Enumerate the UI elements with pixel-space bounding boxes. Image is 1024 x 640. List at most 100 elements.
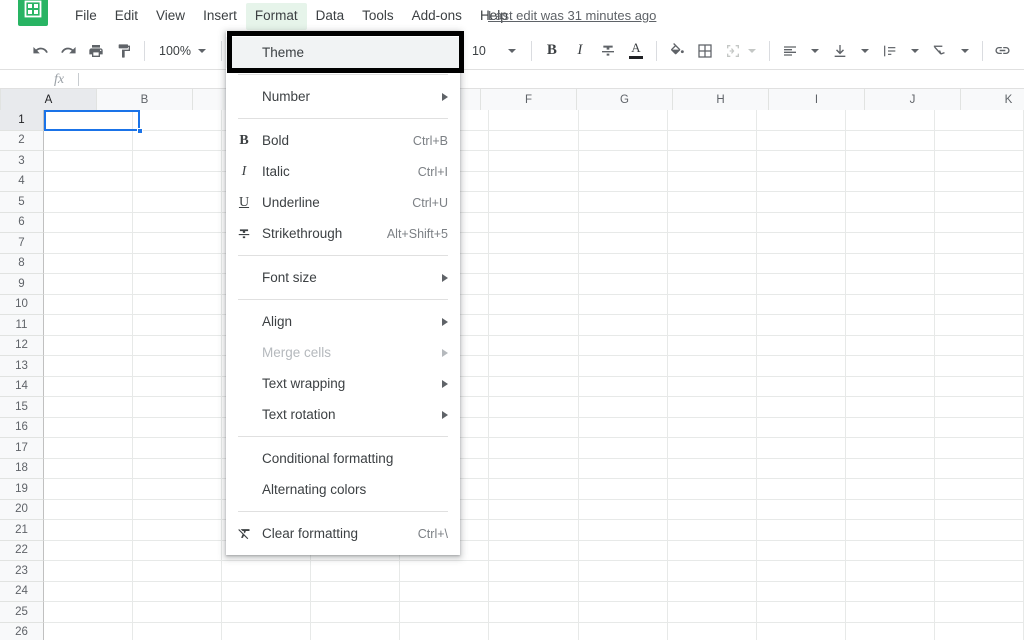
- cell-J26[interactable]: [845, 622, 935, 640]
- cell-G19[interactable]: [578, 479, 668, 500]
- undo-icon[interactable]: [26, 37, 54, 65]
- cell-B24[interactable]: [133, 581, 223, 602]
- cell-J22[interactable]: [845, 540, 935, 561]
- cell-G24[interactable]: [578, 581, 668, 602]
- cell-B19[interactable]: [133, 479, 223, 500]
- cell-B9[interactable]: [133, 274, 223, 295]
- cell-G17[interactable]: [578, 438, 668, 459]
- cell-G22[interactable]: [578, 540, 668, 561]
- cell-G16[interactable]: [578, 417, 668, 438]
- row-header-11[interactable]: 11: [0, 315, 44, 336]
- cell-K9[interactable]: [934, 274, 1024, 295]
- cell-B26[interactable]: [133, 622, 223, 640]
- cell-A11[interactable]: [44, 315, 134, 336]
- cell-K24[interactable]: [934, 581, 1024, 602]
- cell-J18[interactable]: [845, 458, 935, 479]
- cell-H3[interactable]: [667, 151, 757, 172]
- row-header-4[interactable]: 4: [0, 171, 44, 192]
- cell-K26[interactable]: [934, 622, 1024, 640]
- insert-link-icon[interactable]: [989, 37, 1017, 65]
- menu-option-text-wrapping[interactable]: Text wrapping: [226, 368, 460, 399]
- cell-I13[interactable]: [756, 356, 846, 377]
- menu-option-align[interactable]: Align: [226, 306, 460, 337]
- cell-A25[interactable]: [44, 602, 134, 623]
- menu-item-view[interactable]: View: [147, 3, 194, 30]
- cell-G7[interactable]: [578, 233, 668, 254]
- cell-A21[interactable]: [44, 520, 134, 541]
- cell-H24[interactable]: [667, 581, 757, 602]
- cell-F16[interactable]: [489, 417, 579, 438]
- cell-I5[interactable]: [756, 192, 846, 213]
- cell-H6[interactable]: [667, 212, 757, 233]
- row-header-12[interactable]: 12: [0, 335, 44, 356]
- row-header-6[interactable]: 6: [0, 212, 44, 233]
- cell-I26[interactable]: [756, 622, 846, 640]
- cell-I16[interactable]: [756, 417, 846, 438]
- cell-B14[interactable]: [133, 376, 223, 397]
- cell-D24[interactable]: [311, 581, 401, 602]
- cell-F11[interactable]: [489, 315, 579, 336]
- cell-G8[interactable]: [578, 253, 668, 274]
- menu-option-strikethrough[interactable]: Strikethrough Alt+Shift+5: [226, 218, 460, 249]
- menu-option-theme[interactable]: Theme: [226, 37, 460, 68]
- cell-K7[interactable]: [934, 233, 1024, 254]
- row-header-18[interactable]: 18: [0, 458, 44, 479]
- cell-H21[interactable]: [667, 520, 757, 541]
- menu-option-italic[interactable]: I Italic Ctrl+I: [226, 156, 460, 187]
- cell-I22[interactable]: [756, 540, 846, 561]
- cell-B10[interactable]: [133, 294, 223, 315]
- cell-J7[interactable]: [845, 233, 935, 254]
- row-header-8[interactable]: 8: [0, 253, 44, 274]
- cell-G4[interactable]: [578, 171, 668, 192]
- insert-comment-icon[interactable]: [1017, 37, 1024, 65]
- cell-B5[interactable]: [133, 192, 223, 213]
- cell-H25[interactable]: [667, 602, 757, 623]
- cell-G20[interactable]: [578, 499, 668, 520]
- row-header-16[interactable]: 16: [0, 417, 44, 438]
- cell-H1[interactable]: [667, 110, 757, 131]
- cell-K13[interactable]: [934, 356, 1024, 377]
- cell-F23[interactable]: [489, 561, 579, 582]
- cell-A14[interactable]: [44, 376, 134, 397]
- menu-item-add-ons[interactable]: Add-ons: [403, 3, 471, 30]
- cell-G13[interactable]: [578, 356, 668, 377]
- chevron-down-icon[interactable]: [747, 48, 756, 53]
- cell-I11[interactable]: [756, 315, 846, 336]
- cell-H22[interactable]: [667, 540, 757, 561]
- row-header-13[interactable]: 13: [0, 356, 44, 377]
- cell-C23[interactable]: [222, 561, 312, 582]
- column-header-I[interactable]: I: [769, 89, 865, 110]
- cell-I10[interactable]: [756, 294, 846, 315]
- cell-K5[interactable]: [934, 192, 1024, 213]
- merge-cells-icon[interactable]: [719, 37, 747, 65]
- cell-I17[interactable]: [756, 438, 846, 459]
- cell-F10[interactable]: [489, 294, 579, 315]
- paint-format-icon[interactable]: [110, 37, 138, 65]
- cell-K10[interactable]: [934, 294, 1024, 315]
- cell-K4[interactable]: [934, 171, 1024, 192]
- cell-B1[interactable]: [133, 110, 223, 131]
- cell-K14[interactable]: [934, 376, 1024, 397]
- cell-A9[interactable]: [44, 274, 134, 295]
- menu-option-text-rotation[interactable]: Text rotation: [226, 399, 460, 430]
- cell-F1[interactable]: [489, 110, 579, 131]
- cell-B4[interactable]: [133, 171, 223, 192]
- menu-item-edit[interactable]: Edit: [106, 3, 147, 30]
- menu-option-alternating-colors[interactable]: Alternating colors: [226, 474, 460, 505]
- cell-I12[interactable]: [756, 335, 846, 356]
- row-header-19[interactable]: 19: [0, 479, 44, 500]
- cell-J21[interactable]: [845, 520, 935, 541]
- row-header-23[interactable]: 23: [0, 561, 44, 582]
- cell-K12[interactable]: [934, 335, 1024, 356]
- cell-I1[interactable]: [756, 110, 846, 131]
- chevron-down-icon[interactable]: [860, 48, 869, 53]
- cell-H12[interactable]: [667, 335, 757, 356]
- cell-A10[interactable]: [44, 294, 134, 315]
- cell-B18[interactable]: [133, 458, 223, 479]
- cell-F18[interactable]: [489, 458, 579, 479]
- cell-B23[interactable]: [133, 561, 223, 582]
- cell-H2[interactable]: [667, 130, 757, 151]
- cell-I23[interactable]: [756, 561, 846, 582]
- cell-K2[interactable]: [934, 130, 1024, 151]
- menu-option-underline[interactable]: U Underline Ctrl+U: [226, 187, 460, 218]
